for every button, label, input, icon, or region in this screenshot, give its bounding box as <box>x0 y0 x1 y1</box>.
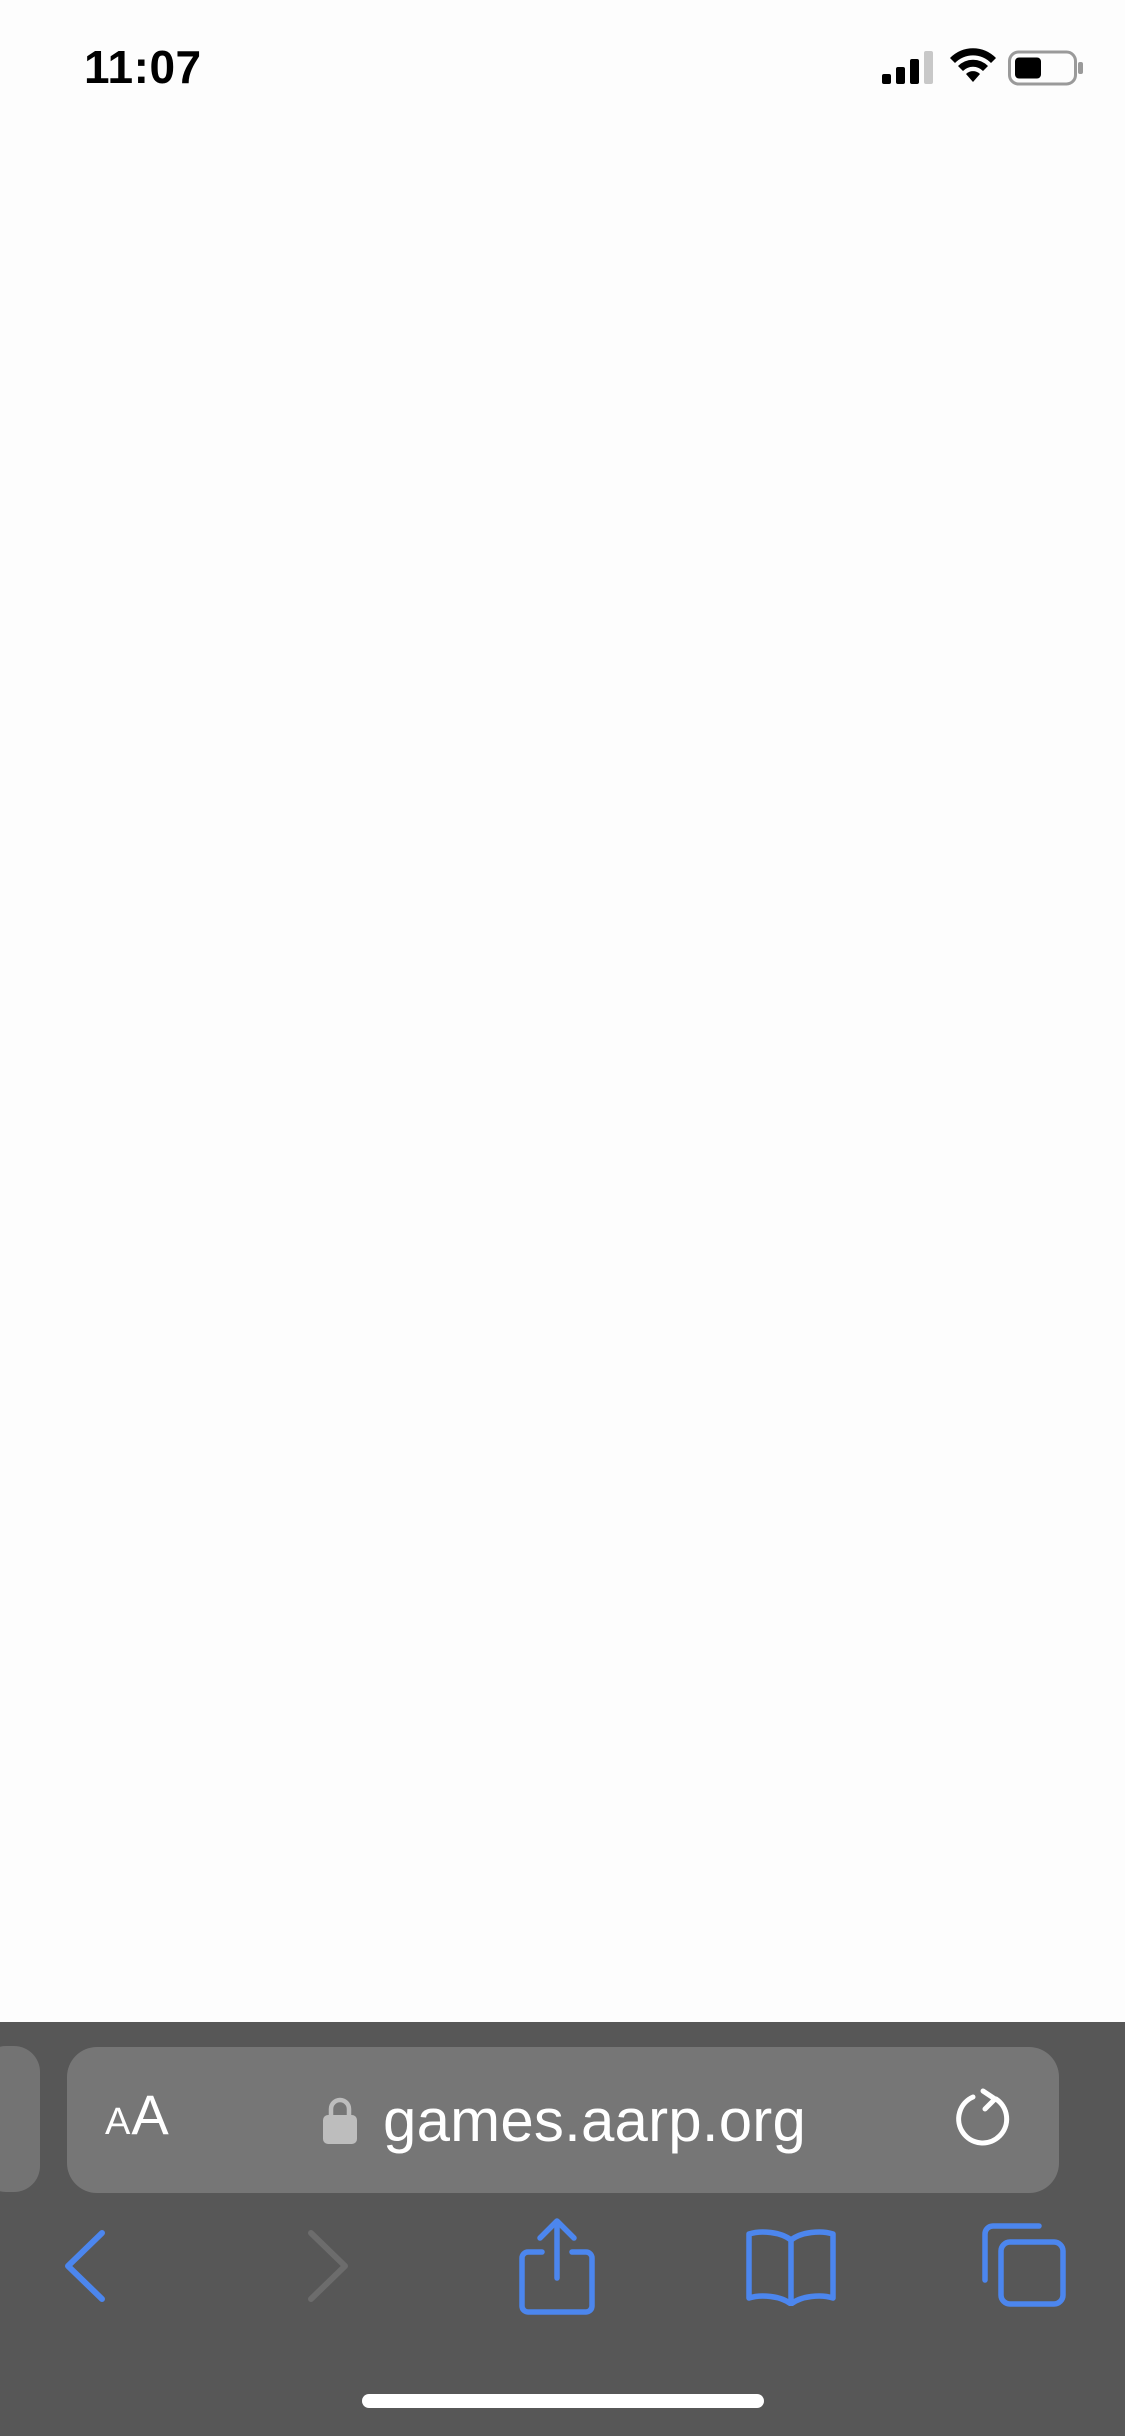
bookmarks-button[interactable] <box>743 2218 839 2314</box>
lock-icon <box>323 2097 357 2144</box>
home-indicator[interactable] <box>362 2394 764 2408</box>
reader-small-a: A <box>105 2101 131 2143</box>
reader-view-button[interactable]: A A <box>105 2077 205 2163</box>
book-icon <box>746 2229 836 2306</box>
forward-button[interactable] <box>280 2218 376 2314</box>
status-bar: 11:07 <box>0 0 1125 140</box>
address-bar[interactable]: A A games.aarp.org <box>67 2047 1059 2193</box>
share-icon <box>519 2218 595 2315</box>
web-page-content[interactable] <box>0 140 1125 2022</box>
back-button[interactable] <box>37 2218 133 2314</box>
previous-tab-address-bar[interactable] <box>0 2046 40 2192</box>
tabs-button[interactable] <box>977 2218 1073 2314</box>
share-button[interactable] <box>509 2218 605 2315</box>
cellular-signal-icon <box>882 51 933 84</box>
safari-screen: 11:07 A A games.aarp.org <box>0 0 1125 2436</box>
status-time: 11:07 <box>84 41 202 93</box>
url-field[interactable]: games.aarp.org <box>323 2047 806 2193</box>
battery-icon <box>1008 50 1083 86</box>
url-text: games.aarp.org <box>383 2086 807 2154</box>
chevron-left-icon <box>65 2230 105 2302</box>
tabs-icon <box>982 2223 1066 2307</box>
reload-icon[interactable] <box>953 2087 1017 2151</box>
reader-large-a: A <box>131 2083 169 2146</box>
chevron-right-icon <box>308 2230 348 2302</box>
wifi-icon <box>950 48 996 82</box>
